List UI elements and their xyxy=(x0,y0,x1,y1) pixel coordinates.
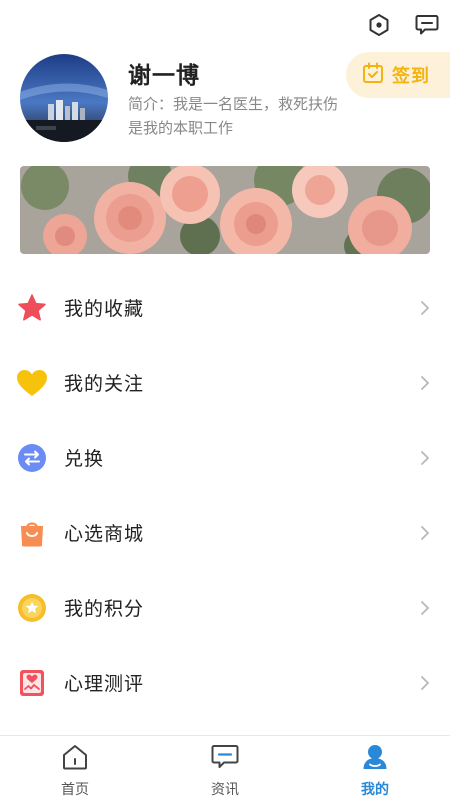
chevron-right-icon xyxy=(418,300,432,315)
heart-icon xyxy=(16,367,48,399)
tab-home[interactable]: 首页 xyxy=(0,736,150,800)
tab-label: 首页 xyxy=(61,782,89,798)
message-icon[interactable] xyxy=(414,12,440,38)
psych-test-icon xyxy=(16,667,48,699)
chevron-right-icon xyxy=(418,375,432,390)
menu-item-favorites[interactable]: 我的收藏 xyxy=(0,270,450,345)
avatar[interactable] xyxy=(20,54,108,142)
tab-label: 我的 xyxy=(361,782,389,798)
menu-item-points[interactable]: 我的积分 xyxy=(0,570,450,645)
menu-label: 我的关注 xyxy=(64,373,145,395)
username: 谢一博 xyxy=(128,63,200,89)
menu-item-mall[interactable]: 心选商城 xyxy=(0,495,450,570)
bio-text: 简介：我是一名医生，救死扶伤是我的本职工作 xyxy=(128,95,339,137)
banner-image[interactable] xyxy=(20,166,430,254)
menu-item-exchange[interactable]: 兑换 xyxy=(0,420,450,495)
menu-label: 心选商城 xyxy=(64,523,145,545)
chevron-right-icon xyxy=(418,450,432,465)
chevron-right-icon xyxy=(418,675,432,690)
news-icon xyxy=(211,744,239,774)
menu-list: 我的收藏 我的关注 兑换 心选商城 我的积分 心理测评 xyxy=(0,270,450,720)
menu-item-following[interactable]: 我的关注 xyxy=(0,345,450,420)
profile-icon xyxy=(361,744,389,774)
home-icon xyxy=(61,744,89,774)
tab-news[interactable]: 资讯 xyxy=(150,736,300,800)
checkin-label: 签到 xyxy=(392,66,430,87)
tab-profile[interactable]: 我的 xyxy=(300,736,450,800)
chevron-right-icon xyxy=(418,600,432,615)
top-bar xyxy=(0,0,450,50)
bottom-tab-bar: 首页 资讯 我的 xyxy=(0,735,450,800)
settings-icon[interactable] xyxy=(366,12,392,38)
exchange-icon xyxy=(16,442,48,474)
profile-header: 谢一博 简介：我是一名医生，救死扶伤是我的本职工作 签到 xyxy=(0,52,450,148)
star-icon xyxy=(16,292,48,324)
menu-label: 我的收藏 xyxy=(64,298,145,320)
menu-label: 我的积分 xyxy=(64,598,145,620)
menu-item-psych-test[interactable]: 心理测评 xyxy=(0,645,450,720)
shopping-bag-icon xyxy=(16,517,48,549)
tab-label: 资讯 xyxy=(211,782,239,798)
menu-label: 兑换 xyxy=(64,448,105,470)
chevron-right-icon xyxy=(418,525,432,540)
menu-label: 心理测评 xyxy=(64,673,145,695)
points-icon xyxy=(16,592,48,624)
checkin-button[interactable]: 签到 xyxy=(346,52,450,98)
calendar-check-icon xyxy=(362,62,384,88)
